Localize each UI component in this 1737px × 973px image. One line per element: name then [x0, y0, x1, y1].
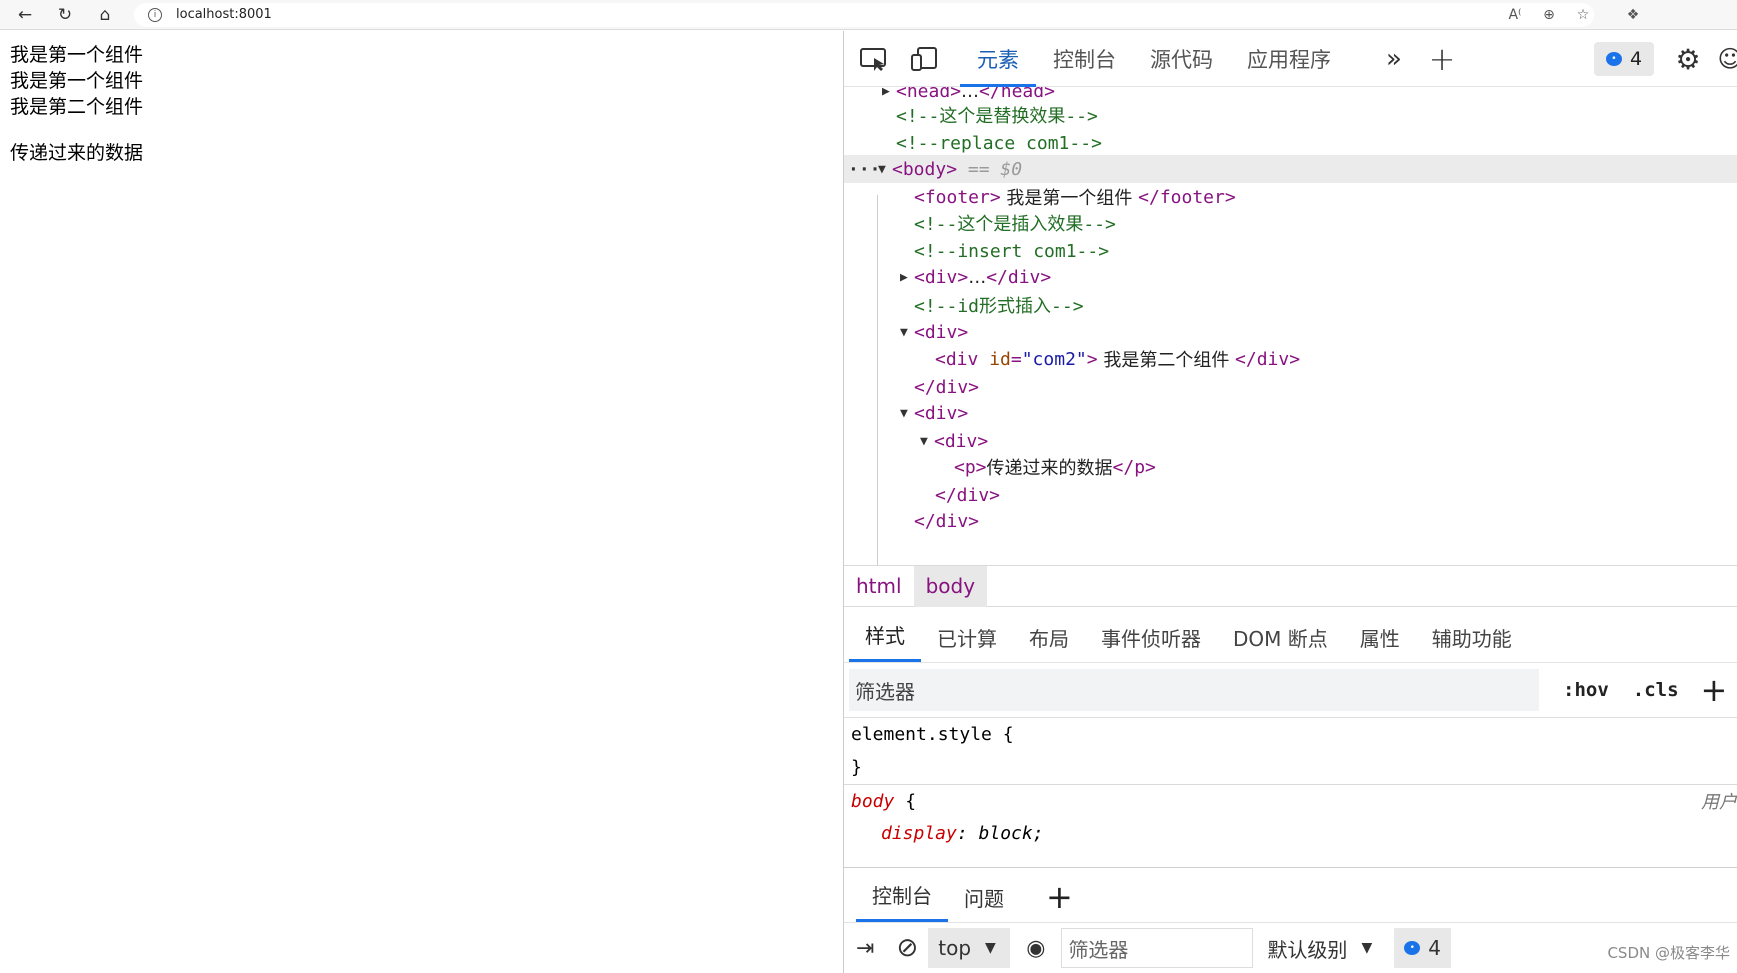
dom-node-div-close[interactable]: </div>: [914, 373, 1737, 401]
extensions-icon[interactable]: ❖: [1620, 2, 1646, 28]
collapse-triangle-icon[interactable]: ▼: [900, 325, 914, 340]
url-text: localhost:8001: [176, 7, 272, 22]
element-style-close: }: [851, 757, 862, 778]
console-toolbar: ⇥ ⊘ top ▼ ◉ 筛选器 默认级别 ▼ • 4: [844, 923, 1737, 973]
tab-application[interactable]: 应用程序: [1230, 31, 1348, 87]
expand-triangle-icon[interactable]: ▶: [882, 87, 896, 99]
dom-node-div-collapsed[interactable]: ▶ <div>… </div>: [900, 263, 1737, 291]
favorite-icon[interactable]: ☆: [1570, 2, 1596, 28]
more-tabs-icon[interactable]: »: [1374, 39, 1414, 79]
tab-layout[interactable]: 布局: [1013, 623, 1085, 662]
styles-subtabs: 样式 已计算 布局 事件侦听器 DOM 断点 属性 辅助功能: [844, 607, 1737, 663]
back-icon[interactable]: ←: [10, 2, 40, 28]
tab-properties[interactable]: 属性: [1344, 623, 1416, 662]
dom-node-body[interactable]: ··· ▼ <body> == $0: [844, 155, 1737, 183]
breadcrumb-body[interactable]: body: [913, 565, 988, 607]
dom-comment-replace[interactable]: <!--replace com1-->: [896, 129, 1737, 157]
dom-node-div-outer[interactable]: ▼ <div>: [900, 318, 1737, 346]
inspect-icon[interactable]: [854, 39, 894, 79]
new-rule-icon[interactable]: +: [1701, 671, 1728, 709]
styles-filter-row: 筛选器 :hov .cls +: [844, 663, 1737, 718]
tab-accessibility[interactable]: 辅助功能: [1416, 623, 1528, 662]
dom-node-div-wrapper-close[interactable]: </div>: [914, 507, 1737, 535]
more-dots-icon[interactable]: ···: [844, 159, 881, 180]
dom-comment-replace-cn[interactable]: <!--这个是替换效果-->: [896, 101, 1737, 129]
dom-node-p[interactable]: <p> 传递过来的数据 </p>: [954, 453, 1737, 481]
hov-button[interactable]: :hov: [1563, 679, 1609, 701]
sidebar-toggle-icon[interactable]: ⇥: [856, 928, 874, 968]
devtools-panel: 元素 控制台 源代码 应用程序 » + • 4 ⚙ ☺ ▶ <head>… </he…: [843, 31, 1737, 973]
log-level-select[interactable]: 默认级别 ▼: [1267, 928, 1372, 968]
passed-data-paragraph: 传递过来的数据: [10, 142, 144, 164]
dom-node-footer[interactable]: <footer> 我是第一个组件 </footer>: [914, 183, 1737, 211]
tab-styles[interactable]: 样式: [849, 620, 921, 662]
issues-count: 4: [1629, 48, 1643, 70]
tab-elements[interactable]: 元素: [960, 31, 1036, 87]
devtools-tabbar: 元素 控制台 源代码 应用程序 » + • 4 ⚙ ☺: [844, 31, 1737, 87]
page-viewport: 我是第一个组件 我是第一个组件 我是第二个组件 传递过来的数据: [0, 31, 843, 973]
breadcrumb-html[interactable]: html: [844, 566, 914, 607]
body-display-prop[interactable]: display: block;: [844, 817, 1737, 850]
drawer-tab-console[interactable]: 控制台: [856, 880, 948, 922]
reload-icon[interactable]: ↻: [50, 2, 80, 28]
element-style-rule[interactable]: element.style {: [844, 718, 1737, 751]
device-toggle-icon[interactable]: [904, 39, 944, 79]
dropdown-arrow-icon: ▼: [1361, 940, 1373, 956]
watermark: CSDN @极客李华: [1607, 944, 1730, 962]
tab-dom-breakpoints[interactable]: DOM 断点: [1217, 623, 1344, 662]
tab-sources[interactable]: 源代码: [1133, 31, 1230, 87]
add-tab-icon[interactable]: +: [1422, 39, 1462, 79]
settings-gear-icon[interactable]: ⚙: [1668, 39, 1708, 79]
live-expression-icon[interactable]: ◉: [1026, 928, 1045, 968]
body-rule[interactable]: body { 用户: [844, 784, 1737, 817]
context-select[interactable]: top ▼: [928, 928, 1011, 968]
zoom-icon[interactable]: ⊕: [1536, 2, 1562, 28]
dom-node-div-inner[interactable]: ▼ <div>: [920, 427, 1737, 455]
dom-tree: ▶ <head>… </head> <!--这个是替换效果--> <!--repla…: [844, 87, 1737, 565]
dom-comment-insert-cn[interactable]: <!--这个是插入效果-->: [914, 209, 1737, 237]
message-icon: •: [1404, 941, 1421, 955]
dom-comment-insert[interactable]: <!--insert com1-->: [914, 237, 1737, 265]
drawer-tabs: 控制台 问题 +: [844, 868, 1737, 923]
drawer-tab-issues[interactable]: 问题: [948, 883, 1020, 922]
indent-guide: [877, 195, 878, 565]
message-icon: •: [1605, 52, 1622, 66]
collapse-triangle-icon[interactable]: ▼: [920, 434, 934, 449]
rule-origin: 用户: [1701, 792, 1737, 813]
profile-icon[interactable]: ☺: [1710, 39, 1737, 79]
issues-badge[interactable]: • 4: [1594, 42, 1654, 76]
footer-text-1: 我是第一个组件: [10, 44, 144, 66]
console-filter-input[interactable]: 筛选器: [1061, 928, 1254, 968]
tab-console[interactable]: 控制台: [1036, 31, 1133, 87]
home-icon[interactable]: ⌂: [90, 2, 120, 28]
dom-node-div-wrapper[interactable]: ▼ <div>: [900, 399, 1737, 427]
styles-filter-input[interactable]: 筛选器: [849, 669, 1539, 711]
console-issues-badge[interactable]: • 4: [1394, 928, 1451, 968]
tab-computed[interactable]: 已计算: [921, 623, 1013, 662]
component-2-text: 我是第二个组件: [10, 96, 144, 118]
console-drawer: 控制台 问题 + ⇥ ⊘ top ▼ ◉ 筛选器 默认级别 ▼ • 4 CSDN…: [844, 867, 1737, 973]
expand-triangle-icon[interactable]: ▶: [900, 270, 914, 285]
info-icon[interactable]: i: [148, 7, 162, 22]
breadcrumb: html body: [844, 565, 1737, 607]
clear-console-icon[interactable]: ⊘: [896, 928, 918, 968]
collapse-triangle-icon[interactable]: ▼: [878, 162, 892, 177]
tab-event-listeners[interactable]: 事件侦听器: [1085, 623, 1217, 662]
dom-comment-id[interactable]: <!--id形式插入-->: [914, 291, 1737, 319]
collapse-triangle-icon[interactable]: ▼: [900, 406, 914, 421]
styles-pane: element.style { } body { 用户 display: blo…: [844, 718, 1737, 866]
address-bar[interactable]: i localhost:8001: [134, 2, 1594, 27]
dom-node-div-com2[interactable]: <div id = "com2" > 我是第二个组件 </div>: [935, 345, 1737, 373]
dom-node-div-inner-close[interactable]: </div>: [935, 481, 1737, 509]
browser-toolbar: ← ↻ ⌂ i localhost:8001 A⁽ ⊕ ☆ ❖: [0, 0, 1737, 30]
drawer-add-icon[interactable]: +: [1046, 878, 1073, 922]
inserted-text: 我是第一个组件: [10, 70, 144, 92]
read-aloud-icon[interactable]: A⁽: [1502, 2, 1528, 28]
cls-button[interactable]: .cls: [1633, 679, 1679, 701]
dropdown-arrow-icon: ▼: [985, 940, 996, 956]
